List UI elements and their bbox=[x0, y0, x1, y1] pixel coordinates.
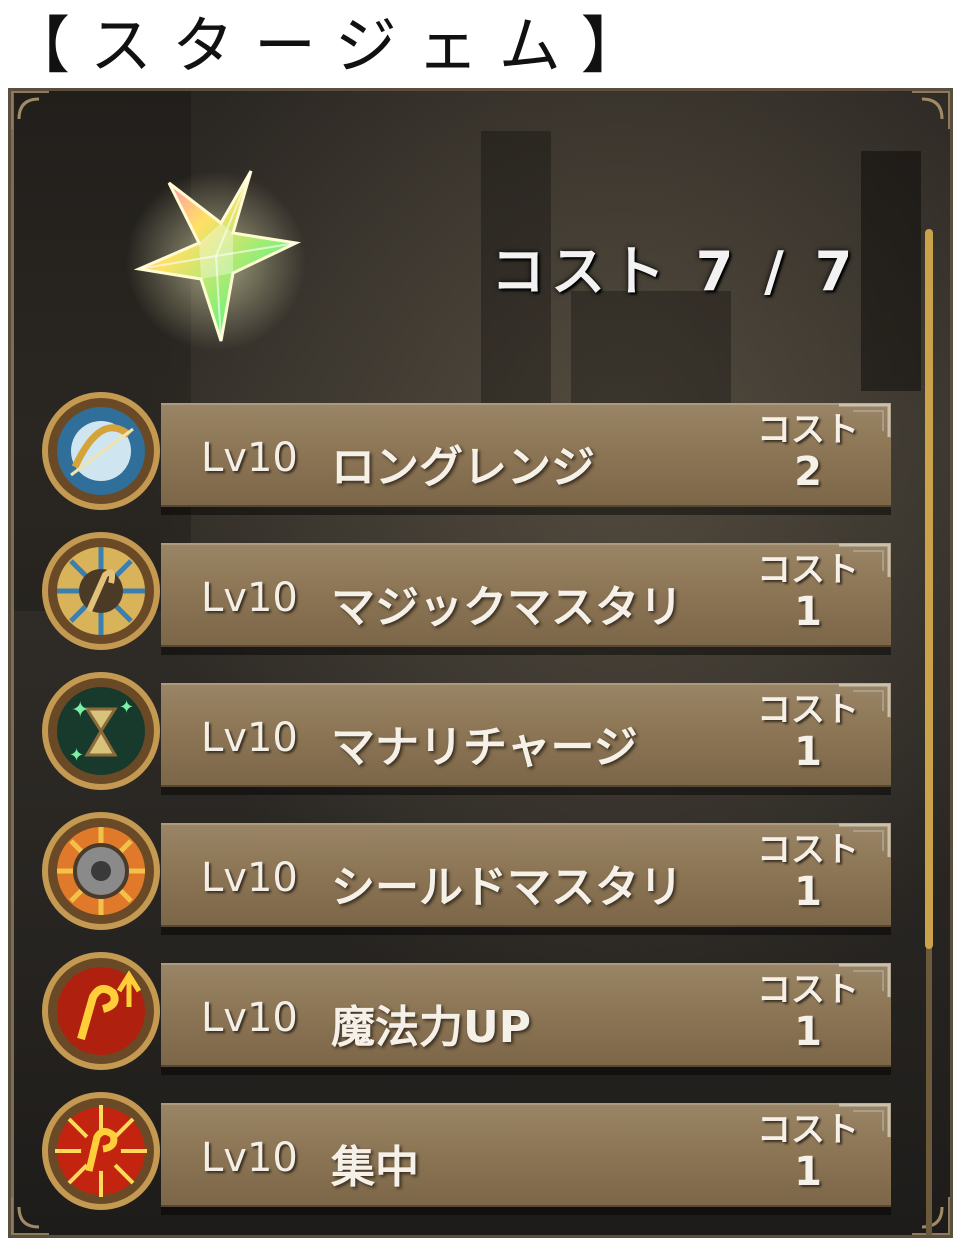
scrollbar[interactable] bbox=[925, 229, 933, 1235]
skill-level: Lv10 bbox=[201, 715, 298, 761]
focus-icon bbox=[41, 1091, 167, 1217]
star-gem-panel: コスト 7 / 7 Lv10 ロングレンジ コスト 2 Lv10 マジックマスタ… bbox=[8, 88, 953, 1238]
cost-label: コスト bbox=[757, 690, 859, 730]
skill-name: マナリチャージ bbox=[331, 722, 638, 773]
frame-corner-icon bbox=[908, 91, 950, 133]
skill-level: Lv10 bbox=[201, 575, 298, 621]
skill-row[interactable]: Lv10 魔法力UP コスト 1 bbox=[41, 951, 911, 1075]
skill-name: マジックマスタリ bbox=[331, 582, 683, 633]
svg-text:✦: ✦ bbox=[69, 745, 84, 766]
bow-icon bbox=[41, 391, 167, 517]
skill-name: ロングレンジ bbox=[331, 442, 595, 493]
cost-label: コスト bbox=[757, 830, 859, 870]
magic-up-icon bbox=[41, 951, 167, 1077]
hourglass-icon: ✦ ✦ ✦ bbox=[41, 671, 167, 797]
cost-value: 1 bbox=[794, 1149, 822, 1195]
skill-row[interactable]: Lv10 シールドマスタリ コスト 1 bbox=[41, 811, 911, 935]
cost-label: コスト bbox=[757, 550, 859, 590]
cost-value: 2 bbox=[794, 449, 822, 495]
cost-label: コスト bbox=[757, 970, 859, 1010]
skill-level: Lv10 bbox=[201, 435, 298, 481]
scrollbar-thumb[interactable] bbox=[925, 229, 933, 949]
frame-corner-icon bbox=[11, 91, 53, 133]
skill-row[interactable]: Lv10 集中 コスト 1 bbox=[41, 1091, 911, 1215]
svg-text:✦: ✦ bbox=[119, 697, 134, 718]
cost-value: 1 bbox=[794, 1009, 822, 1055]
skill-name: シールドマスタリ bbox=[331, 862, 683, 913]
svg-text:✦: ✦ bbox=[71, 698, 89, 723]
star-gem-icon bbox=[121, 161, 311, 351]
skill-row[interactable]: ✦ ✦ ✦ Lv10 マナリチャージ コスト 1 bbox=[41, 671, 911, 795]
staff-icon bbox=[41, 531, 167, 657]
cost-value: 1 bbox=[794, 589, 822, 635]
skill-name: 集中 bbox=[331, 1142, 419, 1193]
skill-name: 魔法力UP bbox=[331, 1002, 531, 1053]
page-title: 【スタージェム】 bbox=[8, 9, 663, 82]
skill-level: Lv10 bbox=[201, 995, 298, 1041]
skill-row[interactable]: Lv10 ロングレンジ コスト 2 bbox=[41, 391, 911, 515]
cost-value: 1 bbox=[794, 869, 822, 915]
skill-level: Lv10 bbox=[201, 855, 298, 901]
skill-row[interactable]: Lv10 マジックマスタリ コスト 1 bbox=[41, 531, 911, 655]
cost-value: 1 bbox=[794, 729, 822, 775]
shield-icon bbox=[41, 811, 167, 937]
cost-label: コスト bbox=[757, 1110, 859, 1150]
cost-total: コスト 7 / 7 bbox=[491, 240, 859, 303]
cost-label: コスト bbox=[757, 410, 859, 450]
skill-level: Lv10 bbox=[201, 1135, 298, 1181]
